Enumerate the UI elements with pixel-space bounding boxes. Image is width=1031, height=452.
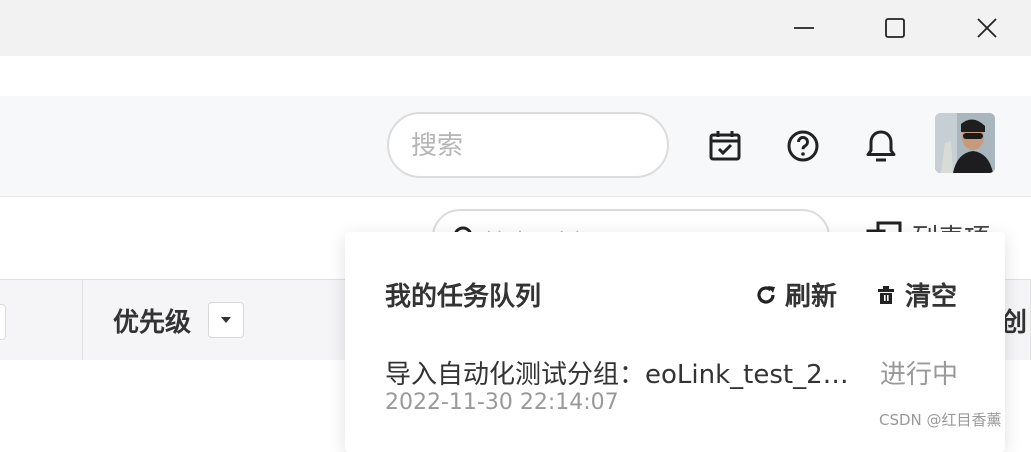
caret-down-icon bbox=[221, 317, 231, 323]
watermark: CSDN @红目香薰 bbox=[879, 411, 1002, 429]
app-header bbox=[0, 96, 1031, 197]
notification-button[interactable] bbox=[861, 126, 901, 166]
maximize-button[interactable] bbox=[872, 0, 918, 56]
search-input[interactable] bbox=[409, 114, 653, 178]
task-queue-title: 我的任务队列 bbox=[385, 282, 542, 312]
priority-filter-dropdown[interactable] bbox=[208, 302, 244, 338]
refresh-label: 刷新 bbox=[785, 282, 838, 312]
avatar[interactable] bbox=[935, 113, 995, 173]
clear-button[interactable]: 清空 bbox=[875, 276, 957, 313]
help-button[interactable] bbox=[783, 126, 823, 166]
task-status: 进行中 bbox=[880, 360, 959, 390]
refresh-icon bbox=[757, 285, 775, 304]
minimize-button[interactable] bbox=[781, 0, 827, 56]
maximize-icon bbox=[885, 18, 905, 38]
window-titlebar bbox=[0, 0, 1031, 56]
close-button[interactable] bbox=[964, 0, 1010, 56]
column-filter-dropdown[interactable] bbox=[0, 304, 6, 340]
task-timestamp: 2022-11-30 22:14:07 bbox=[385, 390, 619, 415]
global-search[interactable] bbox=[387, 112, 669, 178]
close-icon bbox=[977, 18, 997, 38]
refresh-button[interactable]: 刷新 bbox=[755, 276, 837, 313]
column-header-priority[interactable]: 优先级 bbox=[113, 302, 191, 339]
minimize-icon bbox=[794, 27, 814, 29]
help-circle-icon bbox=[787, 130, 819, 162]
calendar-check-icon bbox=[709, 131, 741, 161]
clear-label: 清空 bbox=[905, 282, 958, 312]
user-photo bbox=[935, 113, 995, 173]
bell-icon bbox=[866, 130, 896, 162]
column-divider bbox=[82, 280, 83, 360]
task-name: 导入自动化测试分组：eoLink_test_20221130 bbox=[385, 360, 855, 390]
trash-icon bbox=[878, 285, 894, 304]
calendar-check-button[interactable] bbox=[705, 126, 745, 166]
